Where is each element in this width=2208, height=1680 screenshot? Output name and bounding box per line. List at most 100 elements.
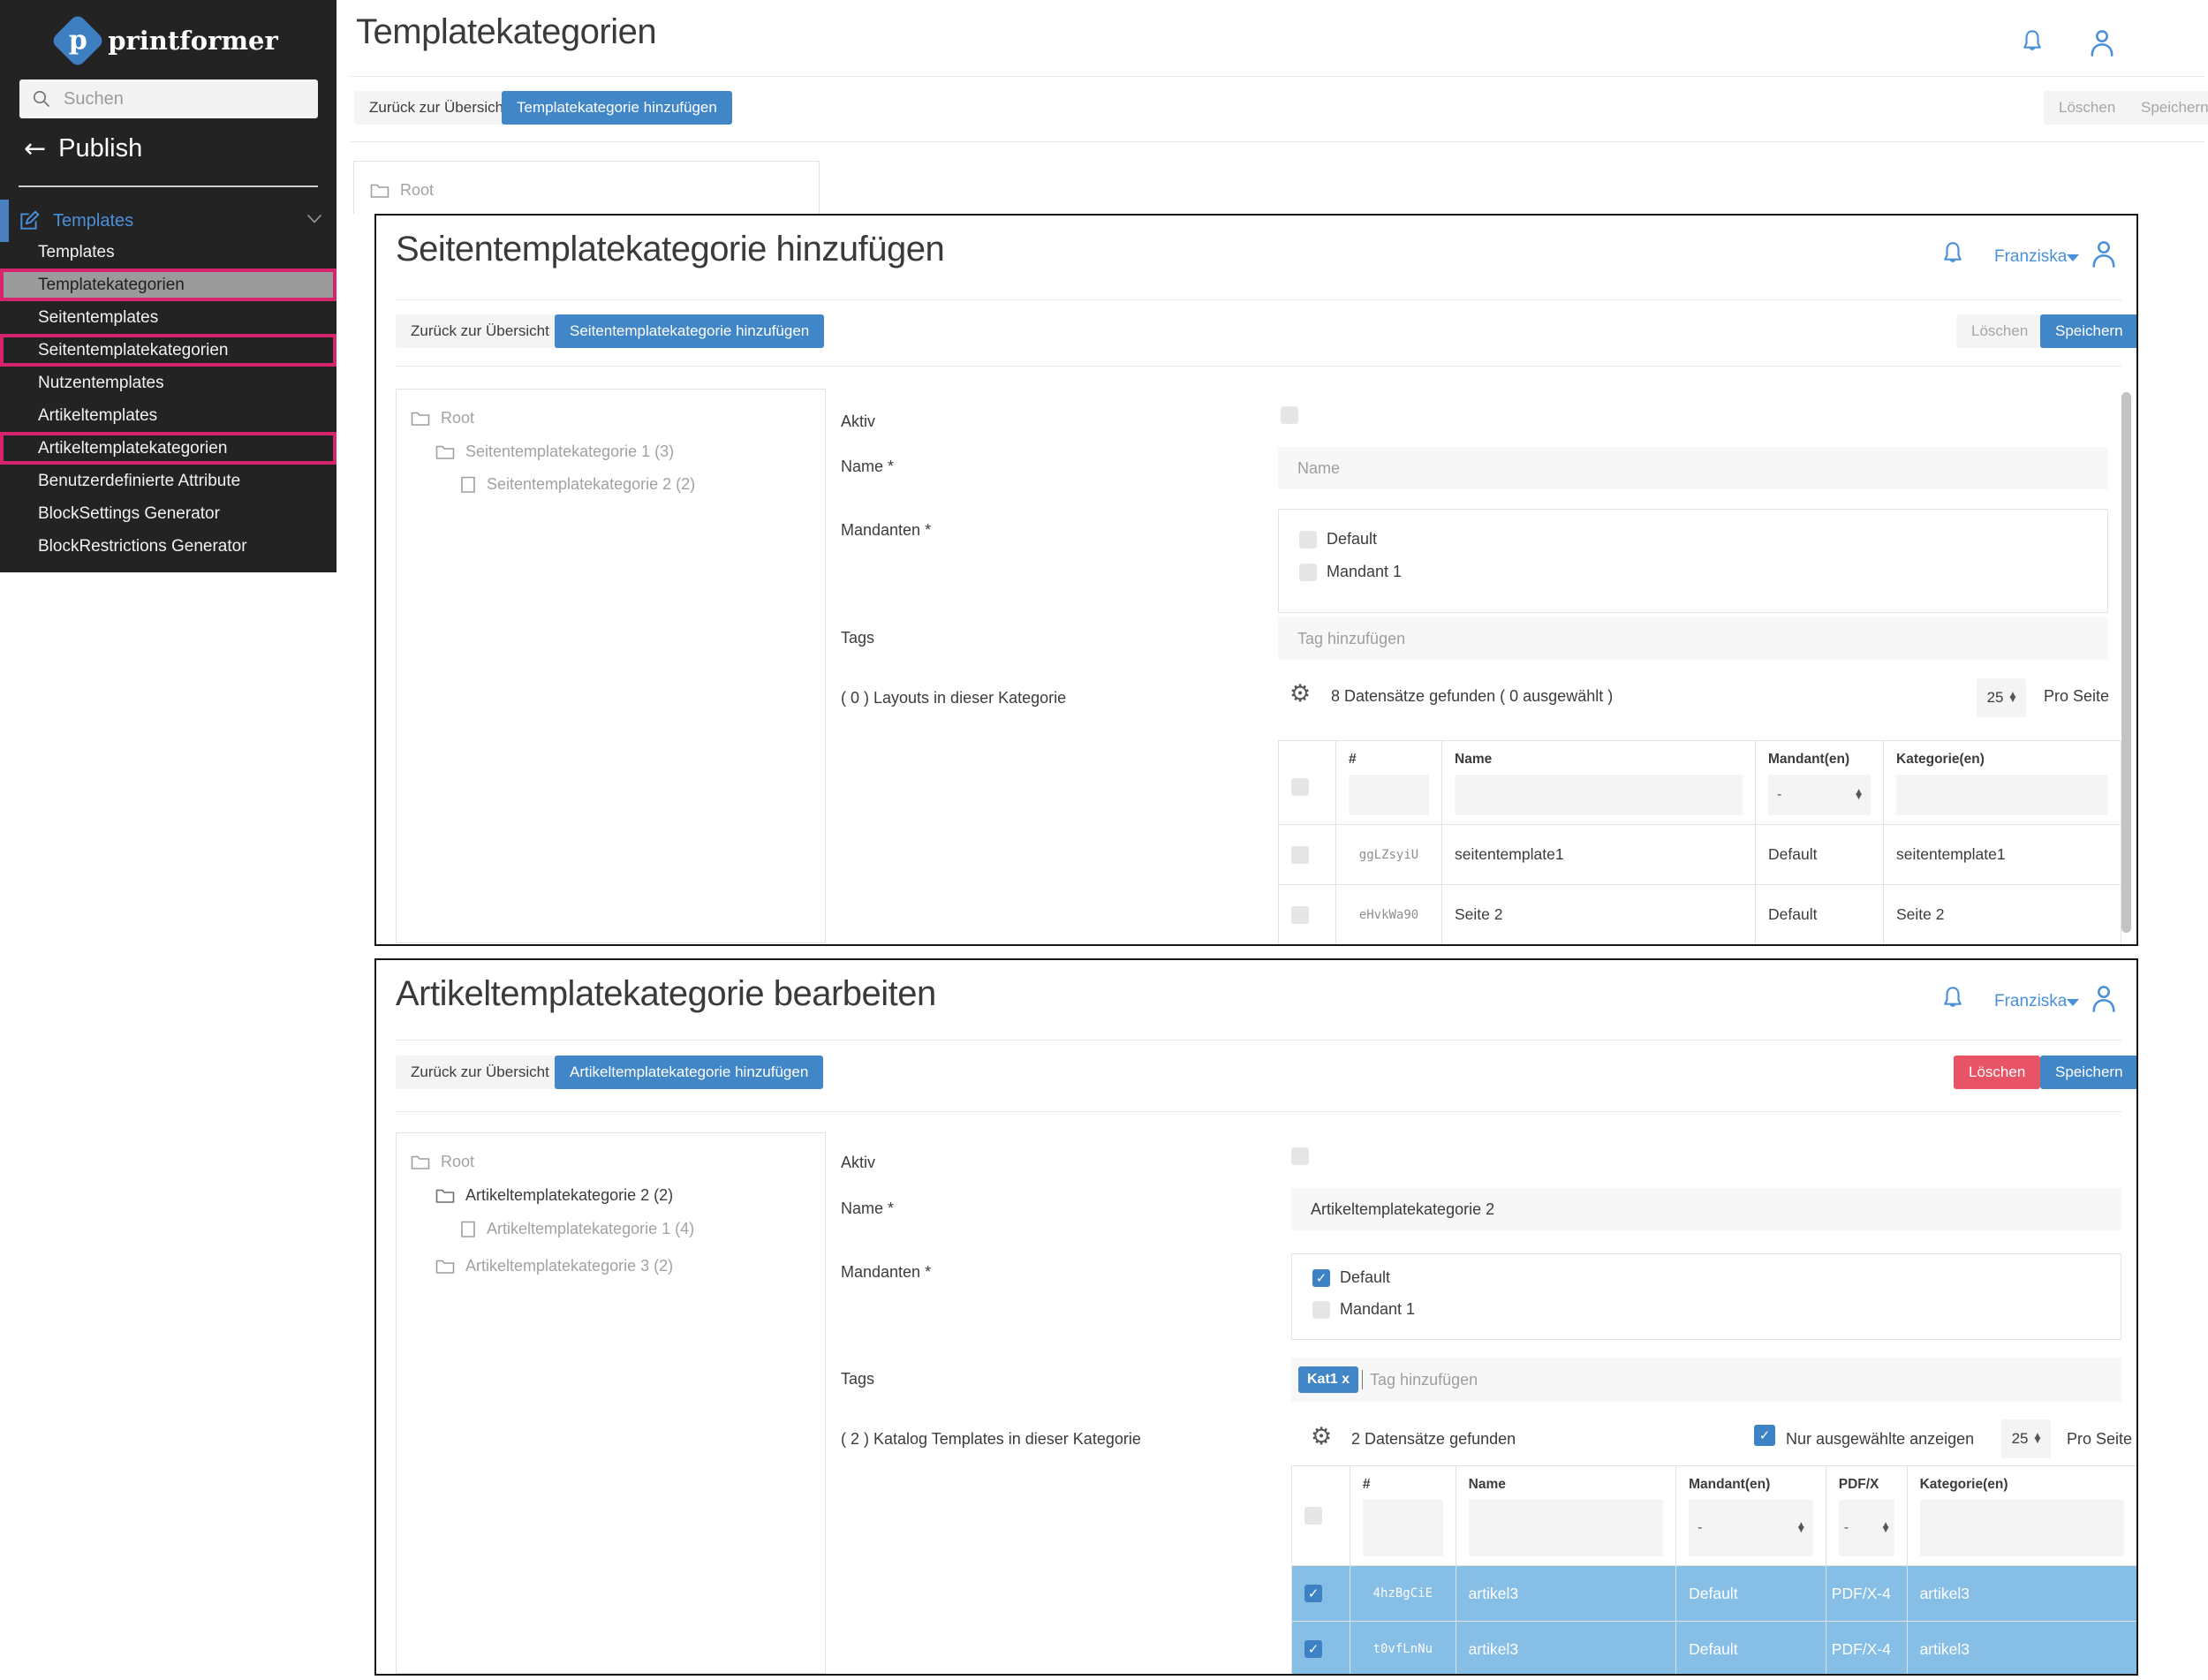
katalog-templates-table: # Name Mandant(en) - ▲ ▼ PDF/X - ▲ ▼ Kat… — [1291, 1465, 2136, 1674]
row-name-cell: seitentemplate1 — [1442, 825, 1756, 884]
aktiv-label: Aktiv — [841, 1154, 876, 1171]
logo[interactable]: p printformer — [0, 12, 336, 69]
kategorie-filter-input[interactable] — [1896, 775, 2108, 815]
sidebar-item-templatekategorien[interactable]: Templatekategorien — [0, 269, 336, 301]
user-account-icon[interactable] — [2088, 238, 2120, 271]
select-arrows-icon: ▲ ▼ — [1882, 1521, 1889, 1534]
user-menu-caret-icon[interactable] — [2067, 254, 2079, 261]
save-button[interactable]: Speichern — [2040, 314, 2136, 348]
name-filter-input[interactable] — [1468, 1500, 1664, 1556]
delete-button[interactable]: Löschen — [1956, 314, 2044, 348]
save-button[interactable]: Speichern — [2126, 91, 2208, 125]
tree-item-artikeltemplatekategorie-1[interactable]: Artikeltemplatekategorie 1 (4) — [460, 1220, 694, 1238]
name-input[interactable] — [1291, 1188, 2121, 1230]
row-checkbox[interactable] — [1291, 845, 1309, 864]
sidebar-item-seitentemplatekategorien[interactable]: Seitentemplatekategorien — [0, 334, 336, 367]
window-artikeltemplatekategorie-bearbeiten: Artikeltemplatekategorie bearbeiten Fran… — [374, 958, 2138, 1676]
sidebar-item-benutzerdefinierte-attribute[interactable]: Benutzerdefinierte Attribute — [0, 465, 336, 497]
tree-item-seitentemplatekategorie-1[interactable]: Seitentemplatekategorie 1 (3) — [435, 443, 674, 461]
sidebar-group-templates[interactable]: Templates — [0, 200, 336, 242]
mandant-filter-select[interactable]: - ▲ ▼ — [1768, 775, 1871, 815]
name-column-header: Name — [1456, 1466, 1677, 1565]
back-to-overview-button[interactable]: Zurück zur Übersicht — [354, 91, 523, 125]
id-filter-input[interactable] — [1349, 775, 1429, 815]
publish-label: Publish — [58, 134, 143, 163]
tree-item-seitentemplatekategorie-2[interactable]: Seitentemplatekategorie 2 (2) — [460, 475, 695, 494]
mandant-option-default[interactable]: Default — [1299, 530, 1377, 549]
tags-input[interactable]: Kat1 x Tag hinzufügen — [1291, 1358, 2121, 1402]
mandant1-checkbox[interactable] — [1299, 563, 1317, 581]
mandant-option-default[interactable]: Default — [1312, 1268, 1390, 1287]
tree-item-artikeltemplatekategorie-2[interactable]: Artikeltemplatekategorie 2 (2) — [435, 1186, 673, 1205]
sidebar-item-blocksettings-generator[interactable]: BlockSettings Generator — [0, 497, 336, 530]
sidebar-item-seitentemplates[interactable]: Seitentemplates — [0, 301, 336, 334]
kategorie-filter-input[interactable] — [1919, 1500, 2124, 1556]
sidebar-item-blockrestrictions-generator[interactable]: BlockRestrictions Generator — [0, 530, 336, 563]
back-to-overview-button[interactable]: Zurück zur Übersicht — [396, 1056, 564, 1089]
row-select-cell — [1292, 1566, 1350, 1621]
edit-square-icon — [20, 210, 40, 230]
id-filter-input[interactable] — [1362, 1500, 1443, 1556]
per-page-select[interactable]: 25 ▲ ▼ — [2001, 1419, 2051, 1458]
mandant-default-checkbox[interactable] — [1299, 530, 1317, 549]
header-divider — [396, 299, 2121, 300]
per-page-select[interactable]: 25 ▲ ▼ — [1977, 678, 2026, 717]
sidebar-item-artikeltemplates[interactable]: Artikeltemplates — [0, 399, 336, 432]
mandant1-checkbox[interactable] — [1312, 1300, 1330, 1319]
add-templatekategorie-button[interactable]: Templatekategorie hinzufügen — [502, 91, 732, 125]
table-row-selected[interactable]: 4hzBgCiE artikel3 Default PDF/X-4 artike… — [1292, 1565, 2136, 1621]
notifications-bell-icon[interactable] — [1940, 240, 1966, 270]
tree-item-root[interactable]: Root — [411, 1153, 474, 1171]
tree-item-root[interactable]: Root — [370, 181, 434, 200]
user-menu-caret-icon[interactable] — [2067, 999, 2079, 1006]
mandant-filter-select[interactable]: - ▲ ▼ — [1689, 1500, 1813, 1556]
sidebar-search[interactable] — [19, 79, 318, 118]
user-name[interactable]: Franziska — [1994, 247, 2067, 267]
delete-button[interactable]: Löschen — [1954, 1056, 2041, 1089]
table-row[interactable]: ggLZsyiU seitentemplate1 Default seitent… — [1279, 824, 2121, 884]
mandant-option-mandant1[interactable]: Mandant 1 — [1312, 1300, 1415, 1319]
mandant-default-checkbox[interactable] — [1312, 1268, 1330, 1287]
add-artikeltemplatekategorie-button[interactable]: Artikeltemplatekategorie hinzufügen — [555, 1056, 824, 1089]
user-account-icon[interactable] — [2086, 26, 2118, 60]
records-found-label: 8 Datensätze gefunden ( 0 ausgewählt ) — [1331, 687, 1614, 705]
sidebar-item-nutzentemplates[interactable]: Nutzentemplates — [0, 367, 336, 399]
pdfx-filter-select[interactable]: - ▲ ▼ — [1838, 1500, 1894, 1556]
aktiv-checkbox[interactable] — [1291, 1147, 1309, 1165]
row-checkbox-checked[interactable] — [1304, 1585, 1322, 1602]
toolbar-divider — [396, 1111, 2121, 1112]
notifications-bell-icon[interactable] — [2019, 28, 2045, 58]
page-icon — [461, 1221, 475, 1237]
row-checkbox[interactable] — [1291, 905, 1309, 924]
tag-chip-kat1[interactable]: Kat1 x — [1298, 1366, 1359, 1393]
select-all-checkbox[interactable] — [1304, 1507, 1322, 1525]
back-to-publish[interactable]: ← Publish — [24, 134, 142, 163]
mandant-option-mandant1[interactable]: Mandant 1 — [1299, 563, 1402, 581]
sidebar-item-artikeltemplatekategorien[interactable]: Artikeltemplatekategorien — [0, 432, 336, 465]
name-input[interactable] — [1278, 447, 2108, 489]
table-row[interactable]: eHvkWa90 Seite 2 Default Seite 2 — [1279, 884, 2121, 944]
save-button[interactable]: Speichern — [2040, 1056, 2136, 1089]
sidebar-item-templates[interactable]: Templates — [0, 236, 336, 269]
user-account-icon[interactable] — [2088, 982, 2120, 1016]
user-name[interactable]: Franziska — [1994, 992, 2067, 1011]
delete-button[interactable]: Löschen — [2044, 91, 2131, 125]
select-all-checkbox[interactable] — [1291, 778, 1309, 796]
vertical-scrollbar[interactable] — [2121, 392, 2131, 933]
back-to-overview-button[interactable]: Zurück zur Übersicht — [396, 314, 564, 348]
search-input[interactable] — [62, 87, 295, 110]
add-seitentemplatekategorie-button[interactable]: Seitentemplatekategorie hinzufügen — [555, 314, 825, 348]
only-selected-checkbox[interactable] — [1754, 1425, 1775, 1446]
gear-icon[interactable]: ⚙ — [1289, 682, 1311, 706]
row-checkbox-checked[interactable] — [1304, 1640, 1322, 1658]
folder-icon — [370, 184, 389, 198]
name-filter-input[interactable] — [1455, 775, 1743, 815]
table-row-selected[interactable]: t0vfLnNu artikel3 Default PDF/X-4 artike… — [1292, 1621, 2136, 1674]
aktiv-checkbox[interactable] — [1281, 406, 1298, 424]
tags-input[interactable] — [1278, 617, 2108, 660]
tree-item-root[interactable]: Root — [411, 409, 474, 428]
tags-label: Tags — [841, 1370, 875, 1388]
tree-item-artikeltemplatekategorie-3[interactable]: Artikeltemplatekategorie 3 (2) — [435, 1257, 673, 1275]
notifications-bell-icon[interactable] — [1940, 985, 1966, 1015]
gear-icon[interactable]: ⚙ — [1311, 1425, 1332, 1449]
